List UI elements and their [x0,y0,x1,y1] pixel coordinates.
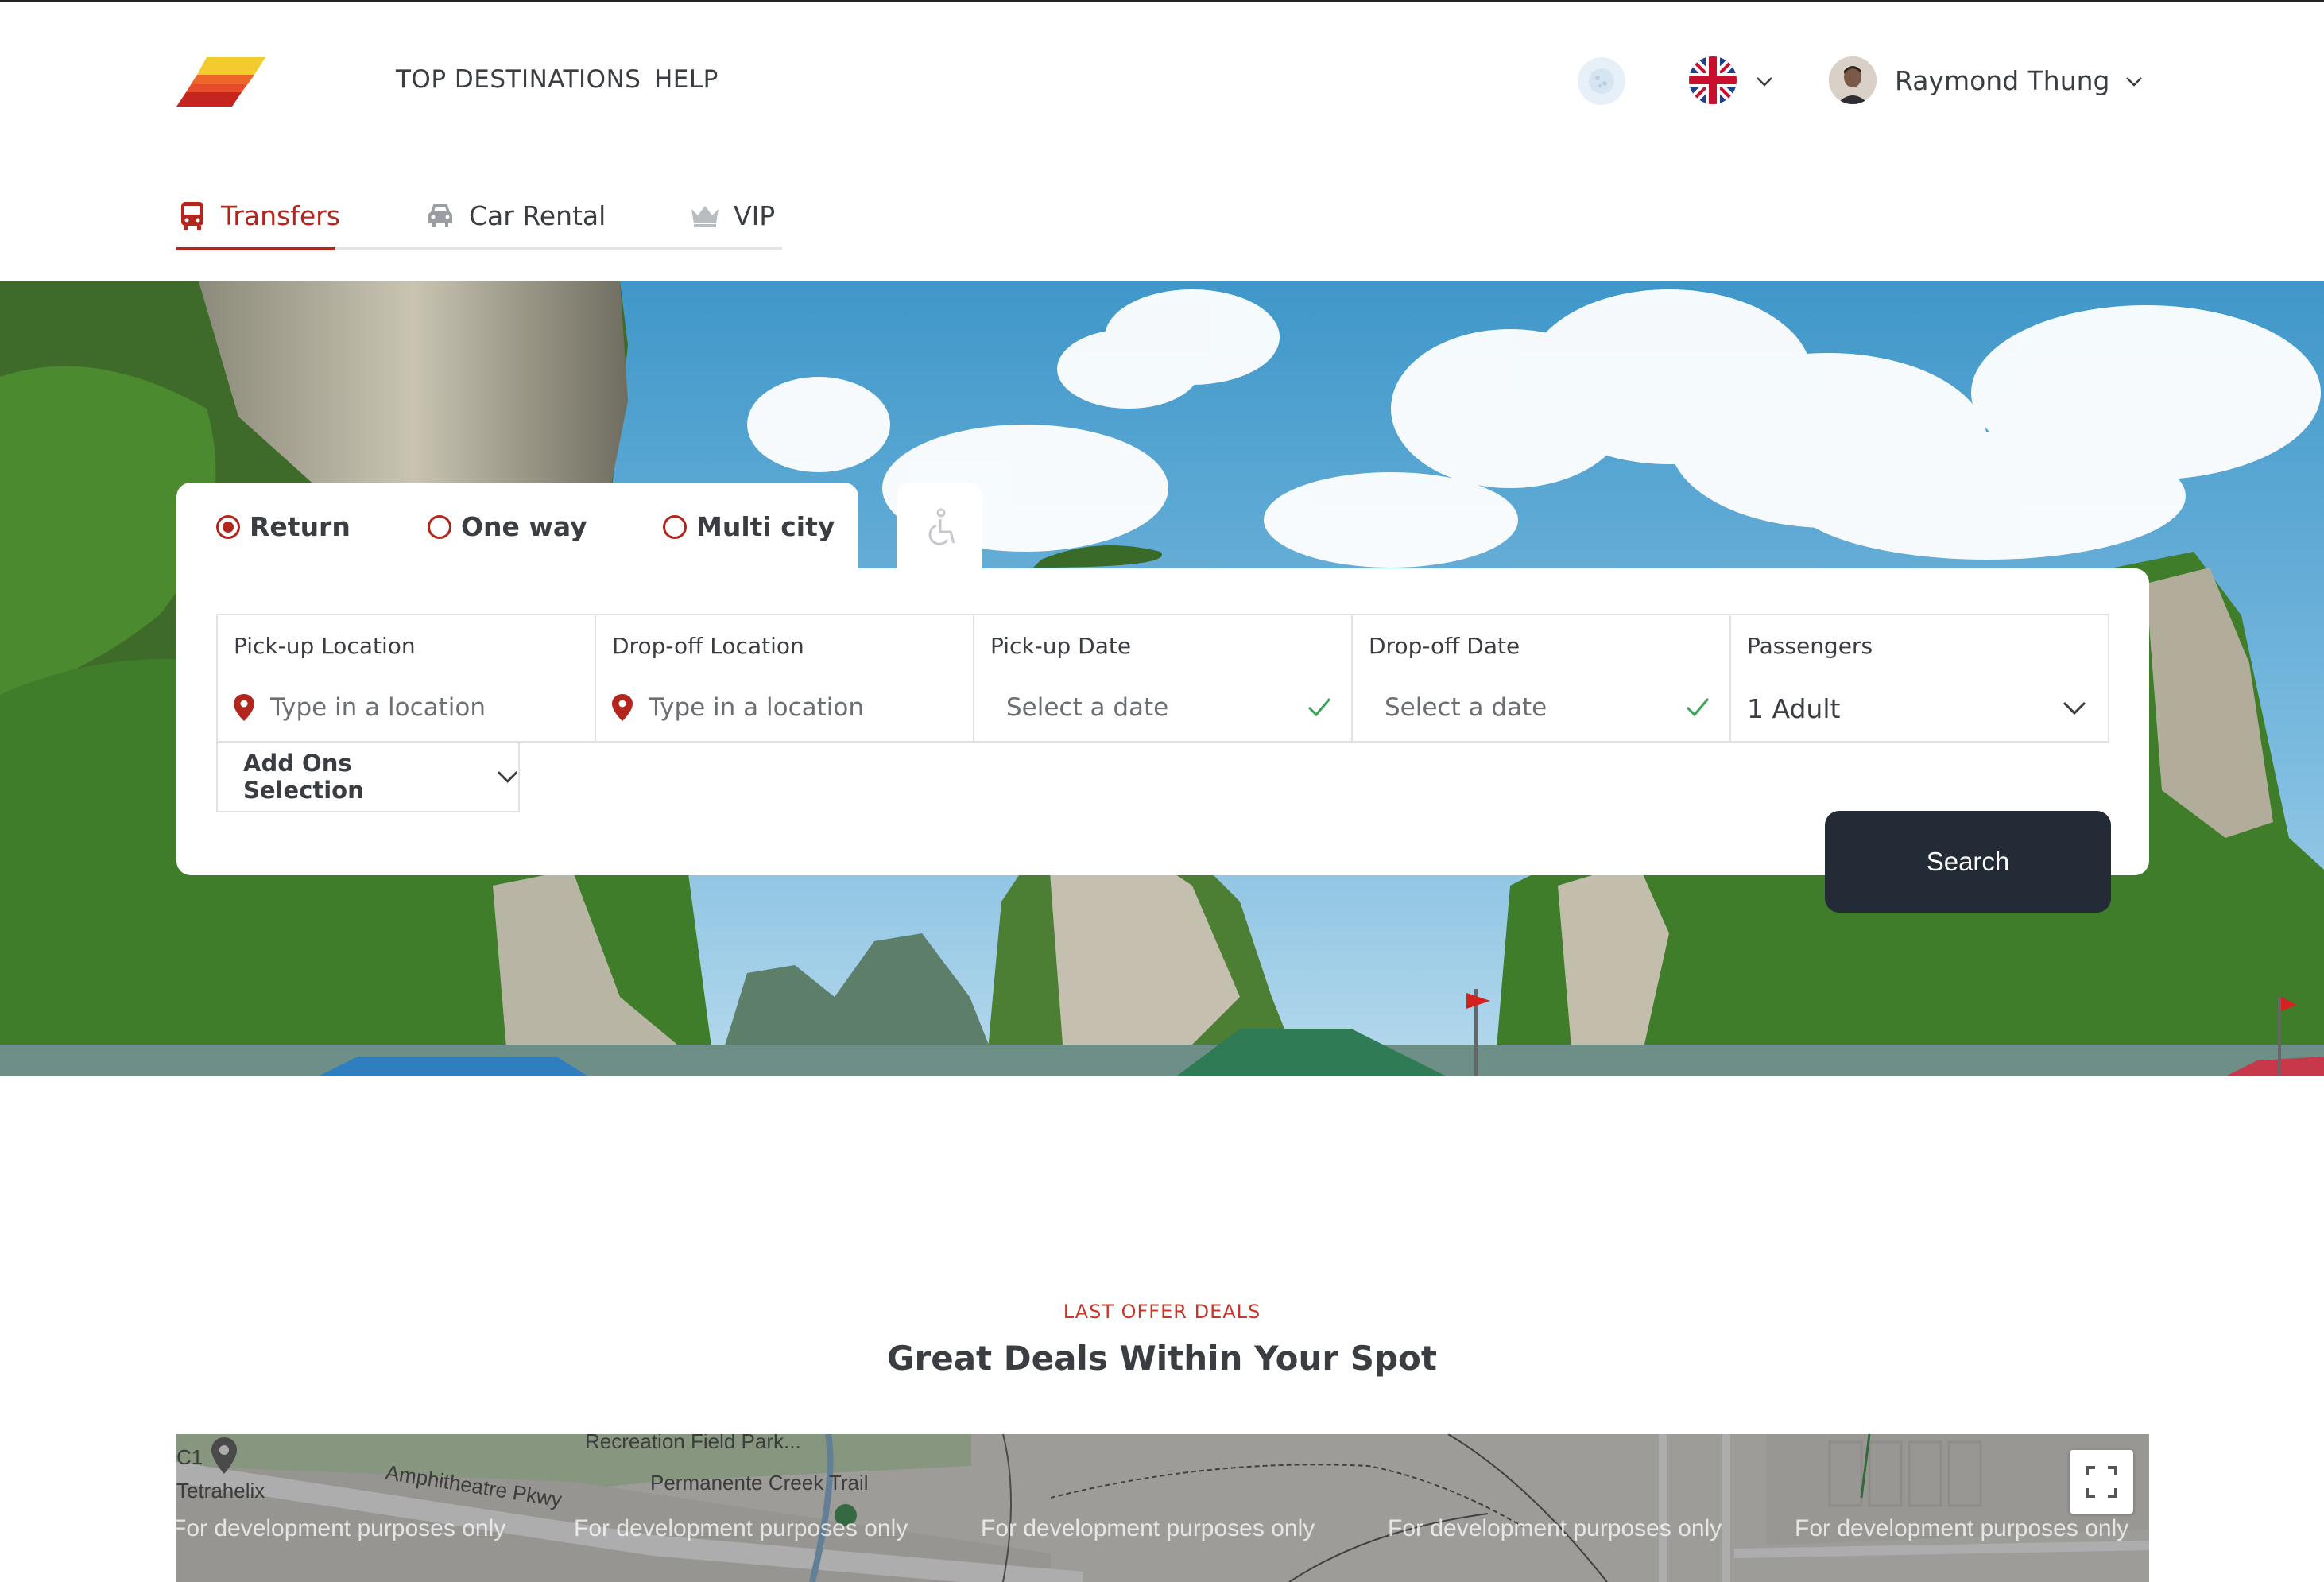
chevron-down-icon [497,771,518,783]
wheelchair-icon [928,508,955,545]
tab-label: Transfers [221,200,340,231]
field-label: Drop-off Date [1369,633,1520,659]
map-label: Permanente Creek Trail [650,1471,869,1495]
avatar[interactable] [1829,56,1877,104]
passengers-field[interactable]: Passengers 1 Adult [1731,615,2108,741]
dropoff-location-field[interactable]: Drop-off Location Type in a location [596,615,974,741]
deals-title: Great Deals Within Your Spot [887,1339,1437,1378]
add-ons-dropdown[interactable]: Add Ons Selection [216,743,520,812]
trip-type-multi-city[interactable]: Multi city [663,511,835,542]
user-name[interactable]: Raymond Thung [1895,65,2110,96]
cookie-icon [1589,68,1614,94]
car-icon [428,204,452,227]
fullscreen-icon [2086,1466,2117,1498]
map-pin-icon [234,694,254,721]
field-label: Passengers [1747,633,1873,659]
accessibility-toggle[interactable] [897,483,982,570]
chevron-down-icon[interactable] [1755,72,1774,91]
nav-help[interactable]: HELP [654,65,719,94]
map-pin-icon [612,694,633,721]
tab-label: VIP [734,200,776,231]
field-label: Pick-up Date [990,633,1132,659]
nav-top-destinations[interactable]: TOP DESTINATIONS [396,65,641,94]
dropoff-date-input[interactable]: Select a date [1385,693,1547,722]
deals-eyebrow: LAST OFFER DEALS [1063,1301,1261,1323]
uk-flag-icon[interactable] [1689,56,1737,104]
service-tabs: Transfers Car Rental VIP [176,183,782,250]
dropoff-date-field[interactable]: Drop-off Date Select a date [1353,615,1731,741]
map-label: Tetrahelix [176,1479,265,1503]
location-placeholder: Type in a location [270,693,486,722]
map-dev-overlay [176,1434,2149,1582]
map-label: Recreation Field Park... [585,1434,801,1453]
dev-watermark: For development purposes only [1795,1515,2129,1541]
tab-transfers[interactable]: Transfers [176,196,340,235]
radio-checked-icon[interactable] [216,514,240,539]
pickup-location-input[interactable]: Type in a location [234,693,486,722]
dropoff-location-input[interactable]: Type in a location [612,693,864,722]
tab-vip[interactable]: VIP [689,196,775,235]
check-icon [1307,698,1331,717]
chevron-down-icon[interactable] [2125,72,2144,91]
field-label: Drop-off Location [612,633,804,659]
trip-type-tabs: Return One way Multi city [176,483,858,570]
trip-type-return[interactable]: Return [216,511,351,542]
active-tab-indicator [176,247,335,250]
brand-logo[interactable] [176,57,265,107]
crown-icon [691,206,719,227]
map-label: C1 [176,1445,203,1469]
dev-watermark: For development purposes only [176,1515,506,1541]
cookie-settings-button[interactable] [1578,57,1625,105]
search-fields: Pick-up Location Type in a location Drop… [216,614,2109,743]
pickup-date-input[interactable]: Select a date [1006,693,1168,722]
field-label: Pick-up Location [234,633,416,659]
search-button[interactable]: Search [1825,811,2111,913]
trip-type-label: Return [250,511,351,542]
location-placeholder: Type in a location [649,693,865,722]
dev-watermark: For development purposes only [574,1515,908,1541]
tab-label: Car Rental [469,200,606,231]
trip-type-label: Multi city [696,511,835,542]
passengers-select[interactable]: 1 Adult [1747,693,1840,724]
add-ons-label: Add Ons Selection [243,750,364,804]
deals-map[interactable]: Recreation Field Park... Amphitheatre Pk… [176,1434,2149,1582]
trip-type-label: One way [461,511,587,542]
dev-watermark: For development purposes only [1388,1515,1722,1541]
site-header: TOP DESTINATIONS HELP Raymond Thung [0,0,2324,159]
check-icon [1686,698,1710,717]
radio-unchecked-icon[interactable] [663,514,687,539]
trip-type-one-way[interactable]: One way [428,511,587,542]
radio-unchecked-icon[interactable] [428,514,451,539]
dev-watermark: For development purposes only [981,1515,1315,1541]
map-fullscreen-button[interactable] [2070,1450,2133,1514]
bus-icon [181,202,203,230]
tab-car-rental[interactable]: Car Rental [424,196,606,235]
chevron-down-icon[interactable] [2062,698,2087,717]
pickup-date-field[interactable]: Pick-up Date Select a date [974,615,1353,741]
pickup-location-field[interactable]: Pick-up Location Type in a location [218,615,596,741]
